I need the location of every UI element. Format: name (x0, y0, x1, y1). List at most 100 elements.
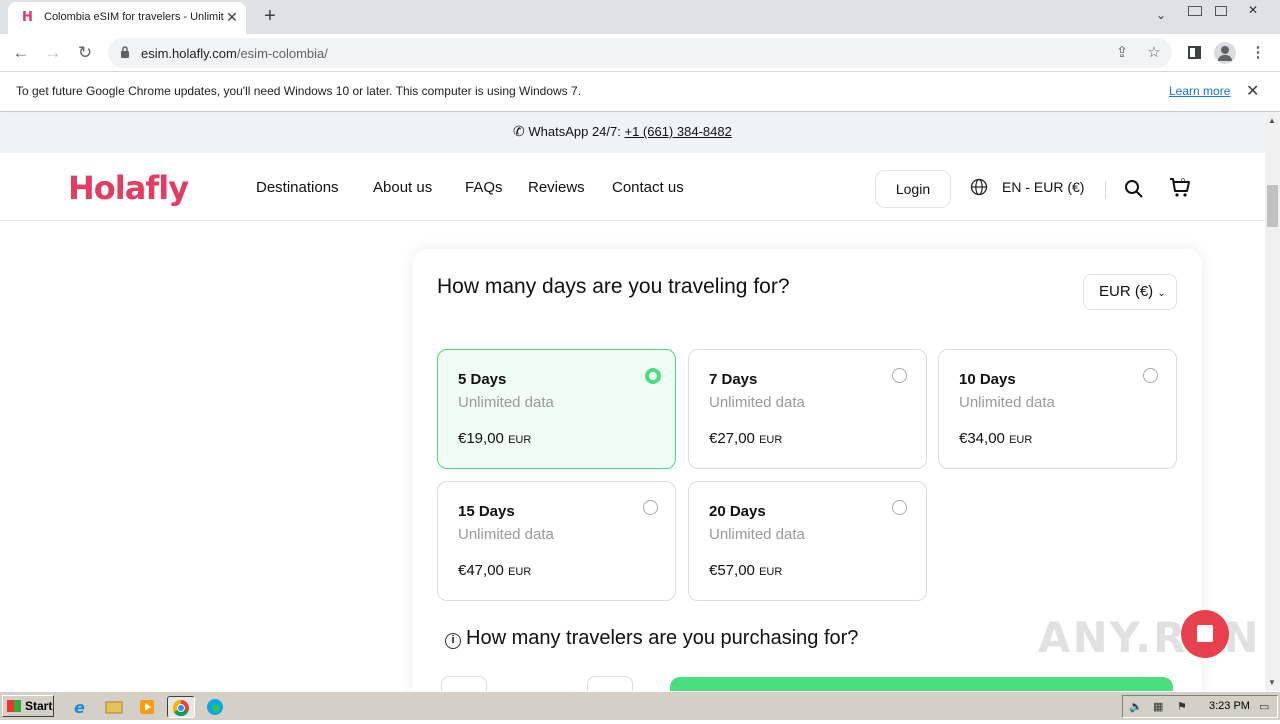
plan-option-10-days[interactable]: 10 Days Unlimited data €34,00 EUR (938, 349, 1177, 469)
plan-radio[interactable] (643, 500, 658, 515)
travelers-decrement-button[interactable] (441, 676, 487, 691)
infobar-close-icon[interactable]: ✕ (1246, 81, 1259, 101)
nav-destinations[interactable]: Destinations (256, 179, 339, 196)
plan-option-5-days[interactable]: 5 Days Unlimited data €19,00 EUR (437, 349, 676, 469)
new-tab-button[interactable]: + (258, 4, 282, 28)
chat-icon (1197, 625, 1213, 642)
site-header: Holafly Destinations About us FAQs Revie… (0, 153, 1265, 221)
info-icon[interactable]: i (445, 633, 461, 649)
edge-icon[interactable] (204, 696, 226, 718)
scroll-down-icon[interactable]: ▼ (1268, 678, 1276, 687)
buy-button[interactable] (670, 677, 1173, 691)
address-bar[interactable]: esim.holafly.com/esim-colombia/ ⇪ ☆ (108, 38, 1172, 68)
plan-radio-selected[interactable] (645, 368, 661, 384)
infobar-message: To get future Google Chrome updates, you… (16, 84, 582, 98)
plan-data: Unlimited data (458, 394, 554, 411)
learn-more-link[interactable]: Learn more (1169, 84, 1230, 98)
chat-widget-button[interactable] (1181, 610, 1229, 658)
nav-about-us[interactable]: About us (373, 179, 432, 196)
show-desktop-icon[interactable]: ▭ (1259, 701, 1273, 713)
cart-icon[interactable]: 0 (1168, 175, 1192, 199)
window-close-button[interactable]: ✕ (1242, 4, 1264, 18)
plan-data: Unlimited data (959, 394, 1055, 411)
nav-faqs[interactable]: FAQs (465, 179, 503, 196)
side-panel-icon[interactable] (1181, 40, 1207, 66)
plan-data: Unlimited data (709, 394, 805, 411)
browser-tab[interactable]: ᕼ Colombia eSIM for travelers - Unlimit … (8, 2, 246, 34)
plan-data: Unlimited data (709, 526, 805, 543)
login-button[interactable]: Login (875, 170, 951, 208)
chrome-taskbar-icon[interactable] (167, 696, 195, 718)
plan-radio[interactable] (892, 368, 907, 383)
globe-icon (970, 178, 988, 196)
language-selector[interactable]: EN - EUR (€) (970, 178, 1084, 196)
svg-text:e: e (74, 698, 85, 717)
share-icon[interactable]: ⇪ (1109, 40, 1135, 66)
plan-price: €57,00 EUR (709, 562, 783, 579)
browser-toolbar: ← → ↻ esim.holafly.com/esim-colombia/ ⇪ … (0, 34, 1280, 72)
travelers-question: i How many travelers are you purchasing f… (445, 627, 858, 650)
reload-icon[interactable]: ↻ (72, 40, 98, 66)
forward-icon[interactable]: → (40, 40, 66, 66)
whatsapp-icon: ✆ (513, 123, 525, 139)
clock[interactable]: 3:23 PM (1209, 700, 1250, 712)
currency-value: EUR (€) (1099, 283, 1154, 300)
bookmark-star-icon[interactable]: ☆ (1141, 40, 1167, 66)
start-label: Start (25, 699, 53, 713)
plan-price: €27,00 EUR (709, 430, 783, 447)
minimize-button[interactable] (1184, 4, 1206, 18)
explorer-folder-icon[interactable] (103, 696, 125, 718)
url-text: esim.holafly.com/esim-colombia/ (141, 46, 328, 61)
windows-flag-icon (7, 700, 21, 712)
tab-close-icon[interactable]: ✕ (224, 9, 240, 25)
nav-reviews[interactable]: Reviews (528, 179, 585, 196)
chevron-down-icon: ⌄ (1157, 288, 1166, 299)
volume-icon[interactable]: 🔈 (1129, 701, 1143, 713)
cart-count: 0 (1181, 178, 1185, 185)
search-icon[interactable] (1124, 179, 1144, 199)
header-divider (1105, 181, 1106, 199)
plan-option-20-days[interactable]: 20 Days Unlimited data €57,00 EUR (688, 481, 927, 601)
page-scrollbar[interactable]: ▲ ▼ (1265, 113, 1280, 691)
plan-data: Unlimited data (458, 526, 554, 543)
tab-title: Colombia eSIM for travelers - Unlimit (44, 11, 224, 23)
profile-avatar-icon[interactable] (1212, 40, 1238, 66)
web-page: ✆ WhatsApp 24/7: +1 (661) 384-8482 Holaf… (0, 113, 1265, 691)
plan-price: €19,00 EUR (458, 430, 532, 447)
currency-select[interactable]: EUR (€) ⌄ (1083, 274, 1177, 310)
whatsapp-label: WhatsApp 24/7: (528, 124, 621, 139)
holafly-favicon-icon: ᕼ (22, 10, 33, 25)
plan-days: 15 Days (458, 503, 515, 520)
action-center-flag-icon[interactable]: ⚑ (1177, 701, 1191, 713)
plan-option-15-days[interactable]: 15 Days Unlimited data €47,00 EUR (437, 481, 676, 601)
plan-days: 7 Days (709, 371, 758, 388)
travelers-increment-button[interactable] (587, 676, 633, 691)
browser-tab-strip: ᕼ Colombia eSIM for travelers - Unlimit … (0, 0, 1280, 34)
menu-kebab-icon[interactable]: ⋮ (1245, 40, 1271, 66)
plan-days: 10 Days (959, 371, 1016, 388)
plan-radio[interactable] (892, 500, 907, 515)
plan-price: €47,00 EUR (458, 562, 532, 579)
media-player-icon[interactable] (136, 696, 158, 718)
plan-days: 5 Days (458, 371, 507, 388)
holafly-logo[interactable]: Holafly (68, 169, 189, 207)
language-label: EN - EUR (€) (1002, 179, 1085, 195)
scrollbar-thumb[interactable] (1267, 185, 1278, 227)
start-button[interactable]: Start (2, 695, 54, 717)
scroll-up-icon[interactable]: ▲ (1268, 116, 1276, 125)
tab-search-icon[interactable]: ⌄ (1150, 9, 1172, 23)
whatsapp-phone-link[interactable]: +1 (661) 384-8482 (624, 124, 731, 139)
whatsapp-bar: ✆ WhatsApp 24/7: +1 (661) 384-8482 (0, 113, 1265, 153)
network-icon[interactable]: ▦ (1153, 701, 1167, 713)
system-tray: 🔈 ▦ ⚑ 3:23 PM ▭ (1122, 695, 1278, 718)
plan-option-7-days[interactable]: 7 Days Unlimited data €27,00 EUR (688, 349, 927, 469)
windows-taskbar: Start e 🔈 ▦ ⚑ 3:23 PM ▭ (0, 691, 1280, 720)
nav-contact-us[interactable]: Contact us (612, 179, 684, 196)
ie-icon[interactable]: e (70, 696, 92, 718)
update-infobar: To get future Google Chrome updates, you… (0, 72, 1280, 112)
back-icon[interactable]: ← (8, 40, 34, 66)
restore-button[interactable] (1210, 4, 1232, 18)
plan-radio[interactable] (1143, 368, 1158, 383)
whatsapp-contact: ✆ WhatsApp 24/7: +1 (661) 384-8482 (513, 123, 732, 140)
days-question: How many days are you traveling for? (437, 275, 790, 298)
